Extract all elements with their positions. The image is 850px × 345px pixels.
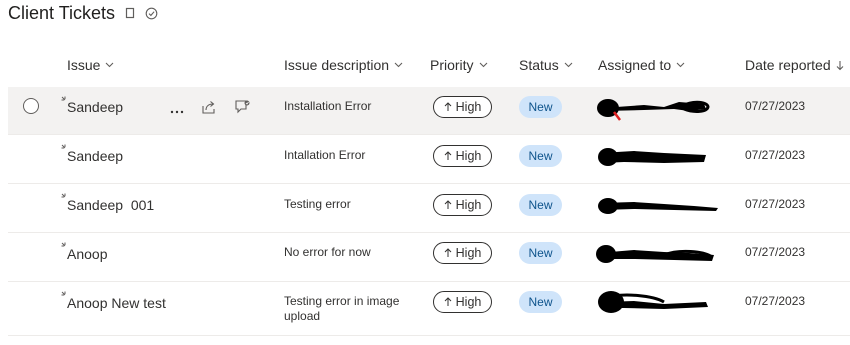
chevron-down-icon <box>479 62 487 68</box>
status-label: New <box>528 198 553 212</box>
date-reported: 07/27/2023 <box>745 294 806 308</box>
table-row[interactable]: Sandeep 001 Testing error High New 07/27… <box>8 184 850 233</box>
status-label: New <box>528 246 553 260</box>
issue-title-link[interactable]: Anoop New test <box>67 295 166 311</box>
column-header-status[interactable]: Status <box>519 57 573 73</box>
column-header-issue[interactable]: Issue <box>67 57 114 73</box>
status-badge: New <box>519 194 562 216</box>
chevron-down-icon <box>106 62 114 68</box>
status-label: New <box>528 100 553 114</box>
view-icon[interactable] <box>125 7 135 19</box>
table-row[interactable]: Sandeep Intallation Error High New 07/27… <box>8 135 850 184</box>
column-header-label: Assigned to <box>598 57 672 73</box>
status-badge: New <box>519 242 562 264</box>
date-reported: 07/27/2023 <box>745 148 806 162</box>
table-row[interactable]: Anoop New test Testing error in image up… <box>8 282 850 336</box>
priority-label: High <box>455 246 482 260</box>
assigned-to-redacted-avatar <box>597 99 710 121</box>
column-header-label: Date reported <box>745 57 831 73</box>
priority-badge: High <box>433 242 492 264</box>
priority-badge: High <box>433 145 492 167</box>
priority-badge: High <box>433 96 492 118</box>
priority-label: High <box>455 100 482 114</box>
date-reported: 07/27/2023 <box>745 197 806 211</box>
status-badge: New <box>519 96 562 118</box>
priority-label: High <box>455 149 482 163</box>
arrow-up-icon <box>444 102 451 111</box>
arrow-up-icon <box>444 151 451 160</box>
column-header-description[interactable]: Issue description <box>284 57 403 73</box>
arrow-up-icon <box>444 200 451 209</box>
share-icon[interactable] <box>201 99 217 120</box>
issue-title-link[interactable]: Sandeep 001 <box>67 197 154 213</box>
column-header-label: Status <box>519 57 559 73</box>
column-header-assigned-to[interactable]: Assigned to <box>598 57 685 73</box>
priority-label: High <box>455 295 482 309</box>
list-title: Client Tickets <box>8 2 116 23</box>
priority-label: High <box>455 198 482 212</box>
priority-badge: High <box>433 194 492 216</box>
issue-title-link[interactable]: Sandeep <box>67 148 123 164</box>
date-reported: 07/27/2023 <box>745 99 806 113</box>
more-icon[interactable] <box>170 101 184 119</box>
comment-icon[interactable] <box>234 99 251 120</box>
table-row[interactable]: Sandeep Installation Error High New 07/2… <box>8 87 850 135</box>
column-header-label: Priority <box>430 57 474 73</box>
issue-description: Testing error <box>284 197 351 211</box>
status-badge: New <box>519 145 562 167</box>
status-badge: New <box>519 291 562 313</box>
status-label: New <box>528 149 553 163</box>
issue-title-link[interactable]: Sandeep <box>67 99 123 115</box>
column-header-label: Issue description <box>284 57 390 73</box>
arrow-down-icon <box>836 60 843 70</box>
assigned-to-redacted-avatar <box>596 245 714 263</box>
arrow-up-icon <box>444 248 451 257</box>
arrow-up-icon <box>444 297 451 306</box>
column-header-date-reported[interactable]: Date reported <box>745 57 844 73</box>
issue-description: No error for now <box>284 245 371 259</box>
issue-title-link[interactable]: Anoop <box>67 246 107 262</box>
row-select-radio[interactable] <box>23 98 39 114</box>
row-actions <box>170 99 251 120</box>
date-reported: 07/27/2023 <box>745 245 806 259</box>
chevron-down-icon <box>394 62 403 68</box>
status-label: New <box>528 295 553 309</box>
list-title-bar: Client Tickets <box>8 2 158 24</box>
assigned-to-redacted-avatar <box>598 148 706 166</box>
priority-badge: High <box>433 291 492 313</box>
assigned-to-redacted-avatar <box>598 198 718 214</box>
issue-description: Installation Error <box>284 99 372 113</box>
column-header-priority[interactable]: Priority <box>430 57 488 73</box>
chevron-down-icon <box>676 62 685 68</box>
column-header-row: Issue Issue description Priority Status … <box>8 49 850 82</box>
issue-description: Intallation Error <box>284 148 366 162</box>
column-header-label: Issue <box>67 57 101 73</box>
status-check-icon[interactable] <box>145 7 158 20</box>
issue-description: Testing error in image upload <box>284 294 400 323</box>
assigned-to-redacted-avatar <box>598 291 708 313</box>
chevron-down-icon <box>564 62 573 68</box>
table-row[interactable]: Anoop No error for now High New 07/27/20… <box>8 233 850 282</box>
